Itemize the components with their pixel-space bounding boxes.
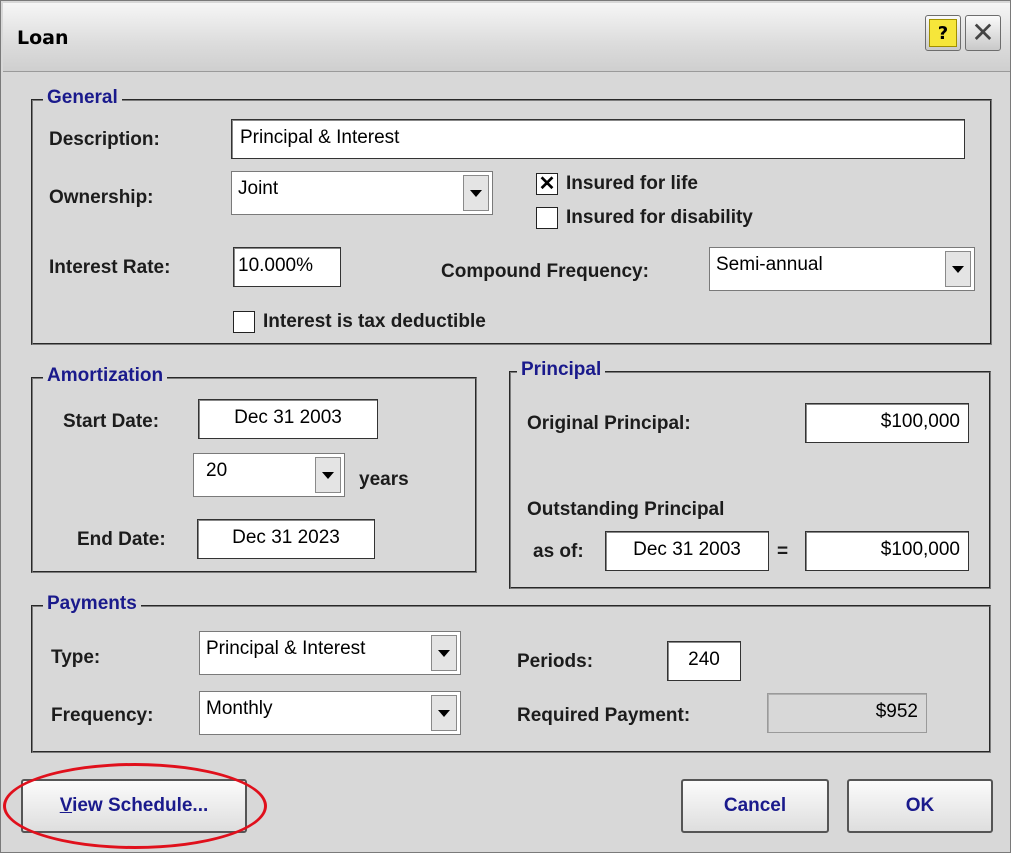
outstanding-principal-input[interactable]: $100,000 — [805, 531, 969, 571]
loan-dialog: Loan ? ✕ General Description: Principal … — [0, 0, 1011, 853]
start-date-label: Start Date: — [63, 411, 160, 432]
insured-disability-label: Insured for disability — [566, 207, 753, 228]
tax-deductible-label: Interest is tax deductible — [263, 311, 486, 332]
general-group: General Description: Principal & Interes… — [31, 87, 992, 345]
payments-group: Payments Type: Principal & Interest Freq… — [31, 593, 991, 753]
as-of-date-input[interactable]: Dec 31 2003 — [605, 531, 769, 571]
chevron-down-icon[interactable] — [431, 695, 457, 731]
required-payment-value: $952 — [767, 693, 927, 733]
chevron-down-icon[interactable] — [315, 457, 341, 493]
general-legend: General — [43, 87, 122, 109]
compound-frequency-value: Semi-annual — [716, 254, 823, 275]
insured-life-checkbox[interactable]: ✕ — [536, 173, 558, 195]
original-principal-label: Original Principal: — [527, 413, 691, 434]
payments-legend: Payments — [43, 593, 141, 615]
as-of-label: as of: — [533, 541, 584, 562]
check-mark-icon: ✕ — [538, 173, 556, 195]
view-schedule-button[interactable]: View Schedule... — [21, 779, 247, 833]
window-title: Loan — [17, 27, 69, 49]
chevron-down-icon[interactable] — [945, 251, 971, 287]
amortization-legend: Amortization — [43, 365, 168, 387]
close-button[interactable]: ✕ — [965, 15, 1001, 51]
amortization-group: Amortization Start Date: Dec 31 2003 20 … — [31, 365, 477, 573]
insured-disability-checkbox[interactable] — [536, 207, 558, 229]
principal-group: Principal Original Principal: $100,000 O… — [509, 359, 991, 589]
ownership-select[interactable]: Joint — [231, 171, 493, 215]
frequency-value: Monthly — [206, 698, 273, 719]
term-years-value: 20 — [206, 460, 228, 481]
ok-label: OK — [905, 795, 935, 816]
compound-frequency-select[interactable]: Semi-annual — [709, 247, 975, 291]
ownership-value: Joint — [238, 178, 279, 199]
original-principal-input[interactable]: $100,000 — [805, 403, 969, 443]
payment-type-value: Principal & Interest — [206, 638, 366, 659]
tax-deductible-checkbox[interactable] — [233, 311, 255, 333]
chevron-down-icon[interactable] — [463, 175, 489, 211]
ownership-label: Ownership: — [49, 187, 154, 208]
ok-button[interactable]: OK — [847, 779, 993, 833]
periods-label: Periods: — [517, 651, 594, 672]
start-date-input[interactable]: Dec 31 2003 — [198, 399, 378, 439]
cancel-button[interactable]: Cancel — [681, 779, 829, 833]
end-date-label: End Date: — [77, 529, 166, 550]
required-payment-label: Required Payment: — [517, 705, 691, 726]
help-icon: ? — [929, 19, 957, 47]
title-bar: Loan ? ✕ — [3, 3, 1010, 72]
description-label: Description: — [49, 129, 160, 150]
cancel-label: Cancel — [723, 795, 787, 816]
insured-life-label: Insured for life — [566, 173, 698, 194]
chevron-down-icon[interactable] — [431, 635, 457, 671]
interest-rate-label: Interest Rate: — [49, 257, 171, 278]
compound-frequency-label: Compound Frequency: — [441, 261, 649, 282]
equals-sign: = — [777, 541, 789, 562]
view-schedule-label: View Schedule... — [59, 795, 209, 816]
close-icon: ✕ — [971, 16, 995, 49]
description-input[interactable]: Principal & Interest — [231, 119, 965, 159]
term-years-select[interactable]: 20 — [193, 453, 345, 497]
end-date-input[interactable]: Dec 31 2023 — [197, 519, 375, 559]
frequency-label: Frequency: — [51, 705, 154, 726]
interest-rate-input[interactable]: 10.000% — [233, 247, 341, 287]
periods-input[interactable]: 240 — [667, 641, 741, 681]
years-label: years — [359, 469, 409, 490]
help-button[interactable]: ? — [925, 15, 961, 51]
payment-type-select[interactable]: Principal & Interest — [199, 631, 461, 675]
outstanding-principal-label: Outstanding Principal — [527, 499, 725, 520]
payment-type-label: Type: — [51, 647, 101, 668]
frequency-select[interactable]: Monthly — [199, 691, 461, 735]
principal-legend: Principal — [517, 359, 606, 381]
